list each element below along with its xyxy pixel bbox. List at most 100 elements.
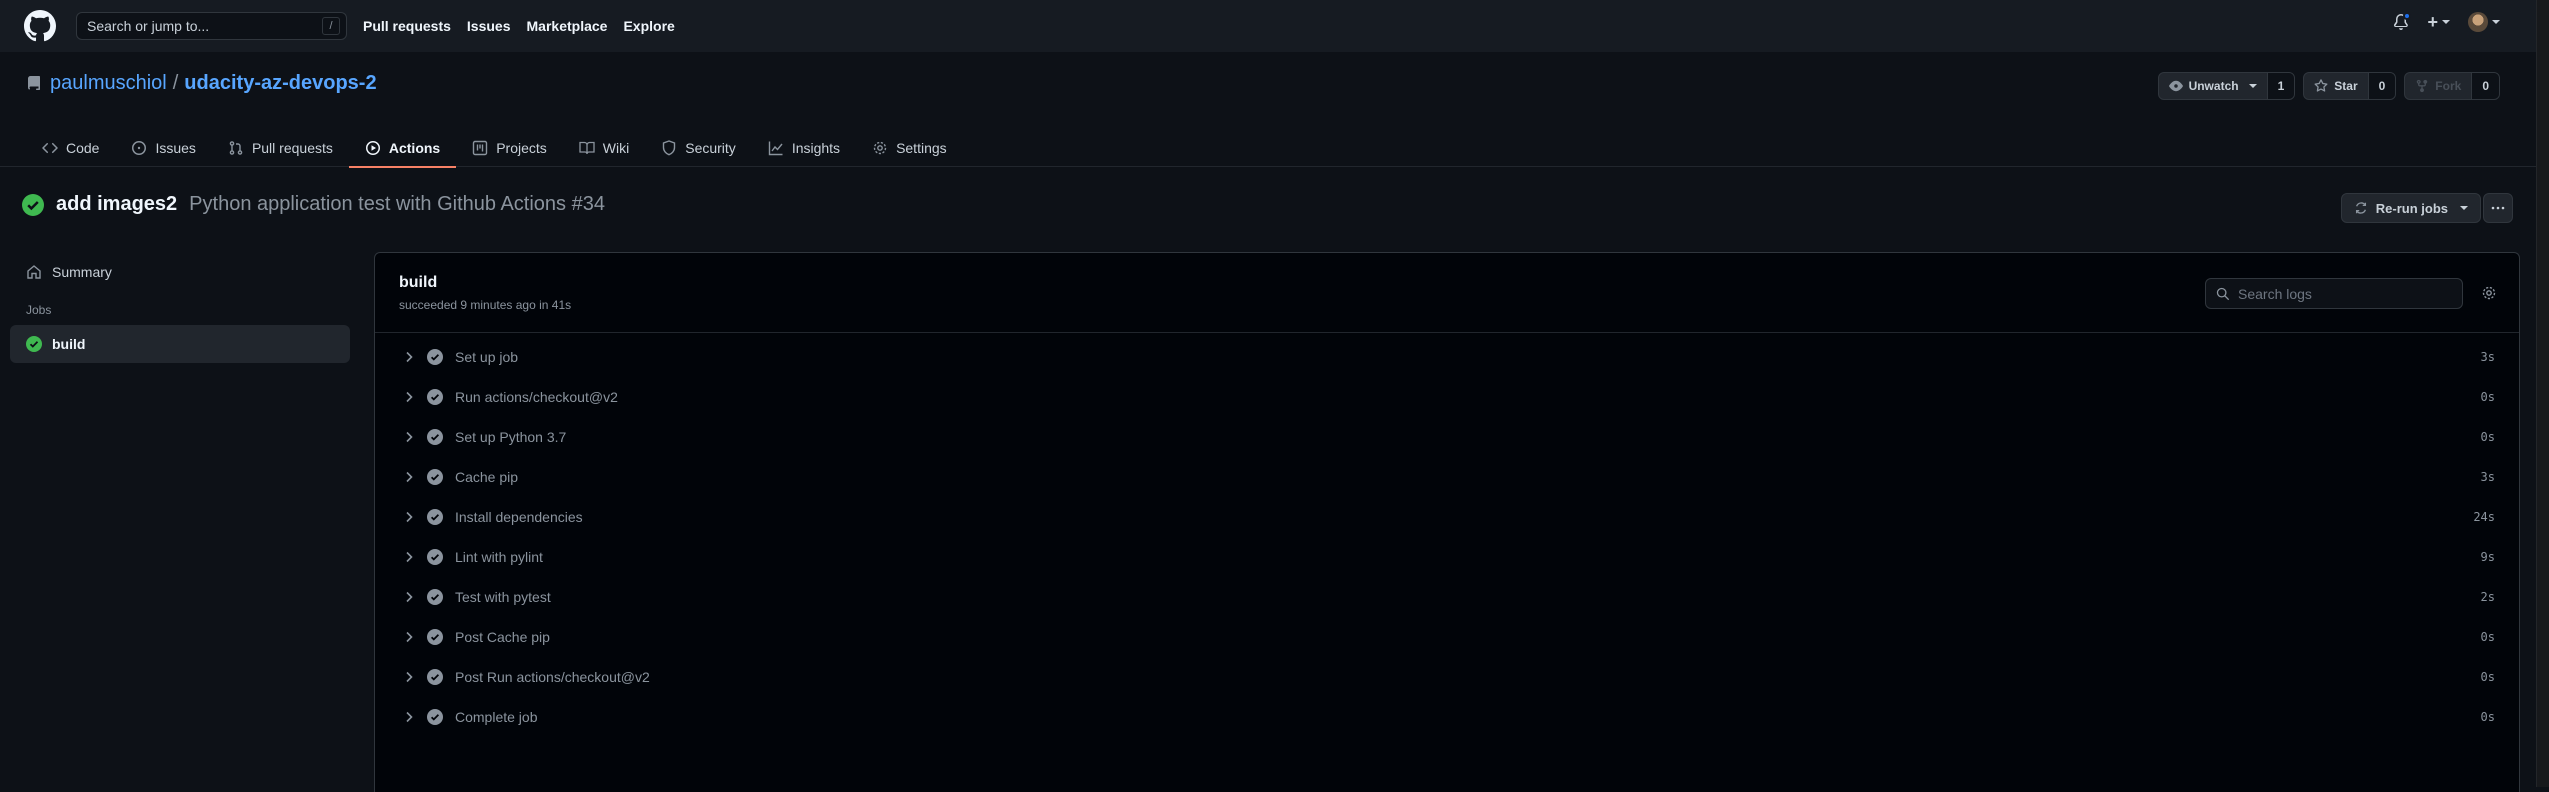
step-name: Lint with pylint [455, 549, 543, 565]
chevron-right-icon[interactable] [401, 629, 417, 645]
job-step-row[interactable]: Test with pytest 2s [375, 577, 2519, 617]
check-circle-icon [427, 509, 443, 525]
tab-actions[interactable]: Actions [348, 128, 457, 168]
slash-shortcut-hint: / [322, 17, 340, 35]
fork-icon [2417, 79, 2428, 93]
tab-pull-requests[interactable]: Pull requests [212, 128, 349, 167]
tab-label: Insights [791, 139, 841, 156]
chevron-right-icon[interactable] [401, 429, 417, 445]
tab-settings[interactable]: Settings [856, 128, 963, 167]
header-actions: + [2393, 12, 2500, 32]
star-button-group: Star 0 [2303, 72, 2397, 100]
workflow-name: Python application test with Github Acti… [189, 193, 605, 215]
notifications-bell-icon[interactable] [2393, 12, 2412, 30]
search-logs-input[interactable]: Search logs [2205, 278, 2463, 309]
avatar [2468, 12, 2488, 32]
nav-explore[interactable]: Explore [623, 18, 674, 34]
chevron-right-icon[interactable] [401, 709, 417, 725]
user-menu-dropdown[interactable] [2468, 12, 2500, 32]
eye-icon [2168, 80, 2183, 92]
repo-name-link[interactable]: udacity-az-devops-2 [184, 72, 376, 95]
chevron-right-icon[interactable] [401, 389, 417, 405]
repo-owner-link[interactable]: paulmuschiol [50, 72, 167, 95]
github-logo-icon[interactable] [24, 10, 56, 42]
check-circle-icon [427, 709, 443, 725]
tab-label: Settings [896, 139, 947, 156]
chevron-down-icon [2248, 84, 2257, 88]
unwatch-button[interactable]: Unwatch [2159, 73, 2267, 99]
step-name: Set up job [455, 349, 519, 365]
fork-button-group: Fork 0 [2404, 72, 2500, 100]
nav-pull-requests[interactable]: Pull requests [363, 18, 451, 34]
sidebar-item-label: Summary [52, 264, 112, 280]
star-icon [2314, 79, 2328, 92]
chevron-right-icon[interactable] [401, 669, 417, 685]
chevron-right-icon[interactable] [401, 509, 417, 525]
job-step-row[interactable]: Post Run actions/checkout@v2 0s [375, 657, 2519, 697]
job-step-row[interactable]: Cache pip 3s [375, 457, 2519, 497]
job-header: build succeeded 9 minutes ago in 41s Sea… [375, 253, 2519, 333]
step-duration: 0s [2480, 630, 2495, 644]
run-title: add images2 Python application test with… [22, 193, 605, 216]
create-new-dropdown[interactable]: + [2427, 12, 2450, 32]
tab-projects[interactable]: Projects [456, 128, 563, 167]
tab-insights[interactable]: Insights [752, 128, 856, 167]
watch-count[interactable]: 1 [2266, 73, 2295, 99]
chevron-down-icon [2460, 206, 2468, 210]
fork-button[interactable]: Fork [2405, 73, 2471, 99]
project-icon [473, 140, 488, 155]
step-name: Set up Python 3.7 [455, 429, 567, 445]
job-step-row[interactable]: Set up Python 3.7 0s [375, 417, 2519, 457]
tab-label: Actions [388, 139, 441, 156]
step-name: Post Cache pip [455, 629, 550, 645]
tab-security[interactable]: Security [645, 128, 752, 167]
run-sidebar: Summary Jobs build [10, 255, 350, 363]
global-nav: Pull requests Issues Marketplace Explore [363, 18, 675, 34]
step-duration: 0s [2480, 390, 2495, 404]
step-name: Test with pytest [455, 589, 551, 605]
step-name: Install dependencies [455, 509, 583, 525]
notification-dot [2403, 12, 2412, 20]
chevron-right-icon[interactable] [401, 549, 417, 565]
jobs-heading: Jobs [26, 303, 52, 317]
page-scrollbar[interactable] [2536, 0, 2549, 787]
star-count[interactable]: 0 [2367, 73, 2396, 99]
play-icon [365, 140, 380, 155]
kebab-horizontal-icon [2491, 206, 2505, 210]
job-step-row[interactable]: Set up job 3s [375, 337, 2519, 377]
job-step-row[interactable]: Lint with pylint 9s [375, 537, 2519, 577]
chevron-right-icon[interactable] [401, 349, 417, 365]
tab-code[interactable]: Code [26, 128, 115, 167]
chevron-down-icon [2492, 20, 2500, 24]
nav-issues[interactable]: Issues [467, 18, 511, 34]
step-name: Run actions/checkout@v2 [455, 389, 618, 405]
tab-issues[interactable]: Issues [115, 128, 211, 167]
rerun-jobs-button[interactable]: Re-run jobs [2340, 193, 2481, 223]
sidebar-item-summary[interactable]: Summary [10, 255, 350, 289]
search-logs-placeholder: Search logs [2238, 285, 2312, 302]
step-duration: 3s [2480, 470, 2495, 484]
repo-separator: / [172, 72, 179, 94]
global-search-input[interactable]: Search or jump to... / [76, 12, 347, 40]
check-circle-icon [427, 669, 443, 685]
pull-request-icon [229, 140, 243, 155]
search-placeholder: Search or jump to... [87, 18, 210, 34]
sidebar-item-build[interactable]: build [10, 325, 350, 363]
job-status-text: succeeded 9 minutes ago in 41s [399, 298, 572, 312]
plus-icon: + [2427, 12, 2438, 32]
sync-icon [2355, 202, 2366, 214]
job-step-row[interactable]: Complete job 0s [375, 697, 2519, 737]
chevron-right-icon[interactable] [401, 469, 417, 485]
step-duration: 9s [2480, 550, 2495, 564]
job-step-row[interactable]: Install dependencies 24s [375, 497, 2519, 537]
nav-marketplace[interactable]: Marketplace [527, 18, 608, 34]
tab-wiki[interactable]: Wiki [563, 128, 645, 167]
chevron-right-icon[interactable] [401, 589, 417, 605]
job-step-row[interactable]: Post Cache pip 0s [375, 617, 2519, 657]
home-icon [27, 265, 41, 279]
gear-icon [873, 141, 887, 154]
log-settings-gear-icon[interactable] [2481, 285, 2497, 301]
more-options-button[interactable] [2483, 193, 2513, 223]
star-button[interactable]: Star [2304, 73, 2367, 99]
job-step-row[interactable]: Run actions/checkout@v2 0s [375, 377, 2519, 417]
